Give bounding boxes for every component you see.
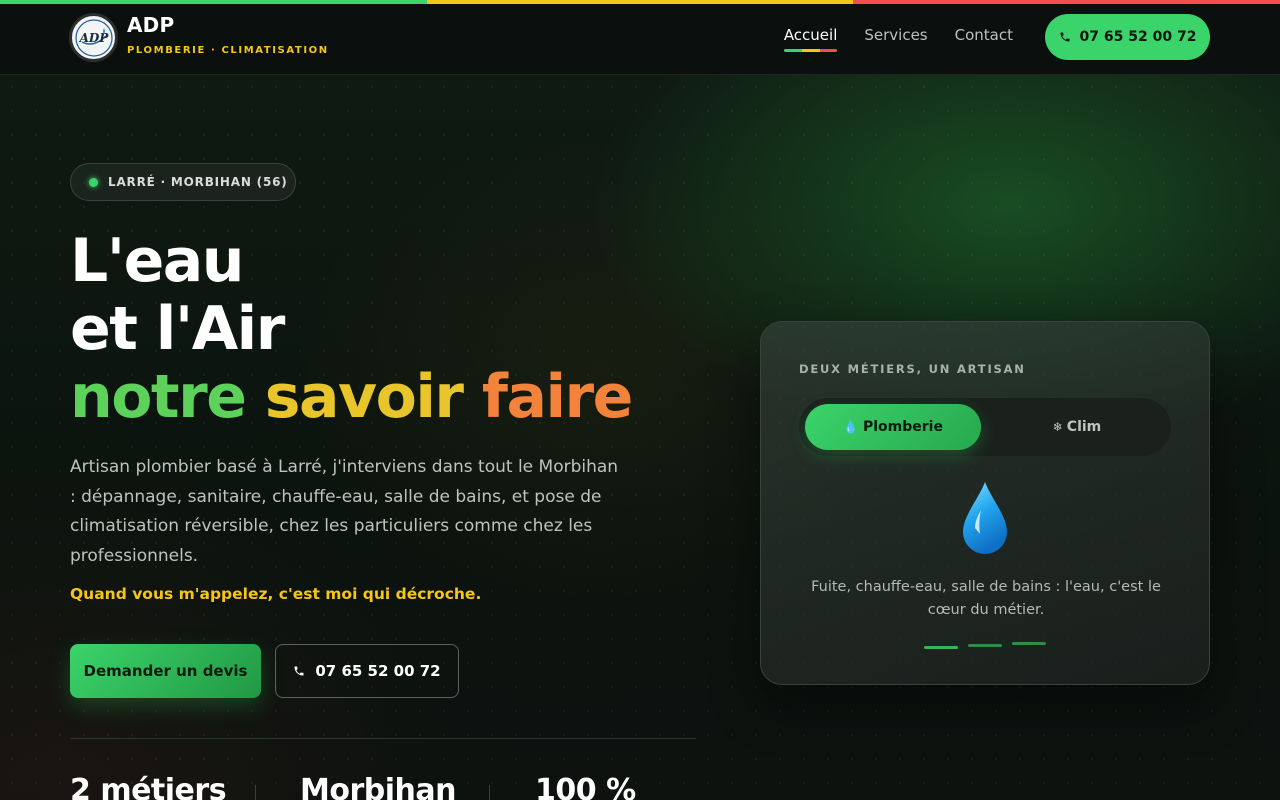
request-quote-button[interactable]: Demander un devis — [70, 644, 261, 698]
stat-separator — [255, 785, 256, 800]
hero-title-line-3: notre savoir faire — [70, 362, 633, 432]
status-dot-icon — [89, 177, 98, 187]
snowflake-icon: ❄ — [1052, 420, 1063, 434]
stripe-red — [853, 0, 1280, 4]
stripe-green — [0, 0, 427, 4]
services-card: DEUX MÉTIERS, UN ARTISAN 💧 Plomberie ❄ C… — [760, 321, 1210, 685]
brand-tagline: PLOMBERIE · CLIMATISATION — [127, 45, 329, 56]
stats-divider — [70, 738, 696, 739]
site-header: ADP ADP PLOMBERIE · CLIMATISATION Accuei… — [0, 4, 1280, 75]
hero-call-label: 07 65 52 00 72 — [315, 662, 441, 680]
stripe-yellow — [426, 0, 854, 4]
tab-clim-label: Clim — [1066, 419, 1102, 435]
water-drop-icon — [963, 482, 1007, 554]
tab-clim[interactable]: ❄ Clim — [989, 404, 1165, 450]
indicator-green — [783, 49, 802, 52]
water-drop-tab-icon: 💧 — [843, 420, 858, 434]
stat-percent: 100 % — [535, 773, 636, 800]
logo-mark-icon: ADP — [74, 18, 113, 57]
hero-tagline: Quand vous m'appelez, c'est moi qui décr… — [70, 585, 482, 603]
card-label: DEUX MÉTIERS, UN ARTISAN — [799, 362, 1026, 376]
logo[interactable]: ADP — [69, 13, 118, 62]
nav-accueil[interactable]: Accueil — [783, 26, 838, 52]
indicator-yellow — [801, 49, 820, 52]
phone-icon — [293, 665, 305, 677]
hero-call-button[interactable]: 07 65 52 00 72 — [275, 644, 459, 698]
nav-services-label: Services — [864, 26, 928, 44]
slide-indicator-2[interactable] — [968, 644, 1002, 647]
hero-title-word-faire: faire — [481, 362, 633, 432]
hero-section: LARRÉ · MORBIHAN (56) L'eau et l'Air not… — [0, 75, 1280, 800]
hero-intro: Artisan plombier basé à Larré, j'intervi… — [70, 457, 619, 566]
brand-color-stripe — [0, 0, 1280, 4]
stat-area: Morbihan — [300, 773, 456, 800]
card-description: Fuite, chauffe-eau, salle de bains : l'e… — [811, 579, 1161, 618]
service-toggle: 💧 Plomberie ❄ Clim — [799, 398, 1171, 456]
hero-title-line-1: L'eau — [70, 226, 245, 296]
nav-accueil-label: Accueil — [783, 26, 838, 44]
location-label: LARRÉ · MORBIHAN (56) — [108, 175, 288, 189]
hero-title-word-savoir: savoir — [264, 362, 464, 432]
slide-indicator-1[interactable] — [924, 646, 958, 649]
nav-contact[interactable]: Contact — [955, 26, 1013, 52]
header-call-label: 07 65 52 00 72 — [1079, 29, 1197, 45]
active-nav-indicator — [783, 49, 838, 52]
main-nav: Accueil Services Contact — [757, 26, 1013, 52]
slide-indicators — [924, 642, 1048, 652]
hero-title-line-2: et l'Air — [70, 294, 285, 364]
tab-plomberie[interactable]: 💧 Plomberie — [805, 404, 981, 450]
hero-title-word-notre: notre — [70, 362, 247, 432]
tab-plomberie-label: Plomberie — [862, 419, 943, 435]
phone-icon — [1059, 31, 1071, 43]
nav-services[interactable]: Services — [864, 26, 927, 52]
stat-separator — [489, 785, 490, 800]
nav-contact-label: Contact — [954, 26, 1013, 44]
location-badge: LARRÉ · MORBIHAN (56) — [70, 163, 296, 201]
brand-name[interactable]: ADP — [127, 13, 174, 37]
stat-trades: 2 métiers — [70, 773, 227, 800]
logo-text: ADP — [78, 31, 109, 45]
slide-indicator-3[interactable] — [1012, 642, 1046, 645]
indicator-red — [819, 49, 838, 52]
header-call-button[interactable]: 07 65 52 00 72 — [1045, 14, 1210, 60]
